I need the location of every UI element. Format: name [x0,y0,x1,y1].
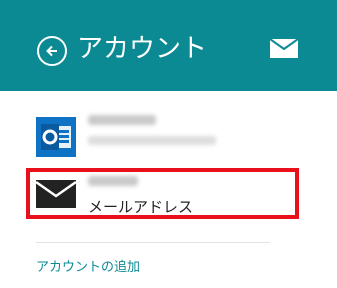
header-bar: アカウント [0,0,337,91]
account-name-redacted [88,115,156,125]
back-button[interactable] [37,36,67,66]
add-account-link[interactable]: アカウントの追加 [36,259,140,277]
highlight-box [26,168,299,219]
account-email-redacted [88,136,216,145]
outlook-icon [36,117,76,157]
back-arrow-icon [46,45,57,57]
account-outlook[interactable] [36,108,276,158]
mail-icon[interactable] [269,38,299,58]
divider [36,242,270,243]
page-title: アカウント [77,34,208,64]
